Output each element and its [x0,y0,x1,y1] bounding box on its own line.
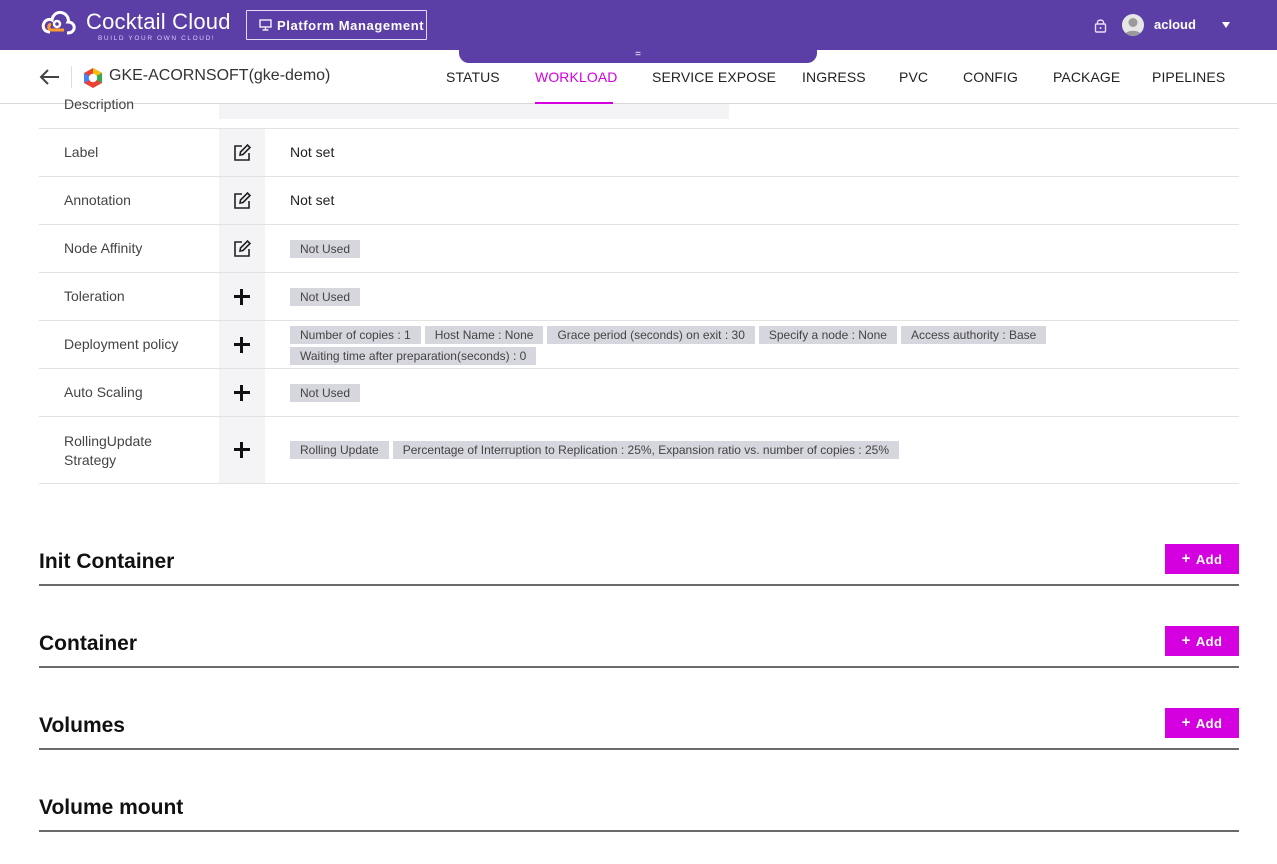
section-divider [39,748,1239,750]
row-value: Not set [290,192,335,208]
chevron-down-icon[interactable] [1222,22,1230,28]
policy-chip: Number of copies : 1 [290,326,421,344]
drawer-handle[interactable]: = [459,50,817,63]
table-row-deployment-policy: Deployment policy Number of copies : 1 Ho… [39,321,1239,369]
brand-name: Cocktail Cloud [86,9,231,34]
section-title-volume-mount: Volume mount [39,796,184,819]
tab-workload[interactable]: WORKLOAD [535,69,617,85]
tab-service-expose[interactable]: SERVICE EXPOSE [652,69,776,85]
row-value: Number of copies : 1 Host Name : None Grac… [290,326,1190,368]
table-row-toleration: Toleration Not Used [39,273,1239,321]
tab-pvc[interactable]: PVC [899,69,928,85]
edit-icon [234,191,252,209]
edit-label-button[interactable] [219,129,265,176]
strategy-chip: Rolling Update [290,441,389,459]
avatar[interactable] [1122,14,1144,36]
gke-logo-icon [82,67,104,94]
row-value: Not set [290,144,335,160]
plus-icon: + [1181,632,1191,649]
add-button-label: Add [1195,551,1223,567]
row-value: Not Used [290,240,364,261]
row-label: Annotation [64,192,131,208]
plus-icon [234,288,250,305]
status-chip: Not Used [290,240,361,258]
policy-chip: Waiting time after preparation(seconds) … [290,347,537,365]
row-label: Node Affinity [64,240,143,256]
cluster-name: GKE-ACORNSOFT(gke-demo) [109,67,331,84]
row-label: Label [64,144,99,160]
table-row-rolling-update: RollingUpdate Strategy Rolling Update Per… [39,417,1239,484]
description-input[interactable] [219,104,729,119]
row-label-line: RollingUpdate [64,433,152,449]
plus-icon: + [1181,550,1191,567]
strategy-chip: Percentage of Interruption to Replicatio… [392,441,899,459]
row-label-line: Strategy [64,452,117,468]
add-init-container-button[interactable]: + Add [1165,544,1239,574]
plus-icon: + [1181,714,1191,731]
add-volume-button[interactable]: + Add [1165,708,1239,738]
table-row-annotation: Annotation Not set [39,177,1239,225]
add-toleration-button[interactable] [219,273,265,320]
edit-node-affinity-button[interactable] [219,225,265,272]
monitor-icon [259,19,272,31]
policy-chip: Host Name : None [424,326,544,344]
tab-status[interactable]: STATUS [446,69,500,85]
edit-icon [234,143,252,161]
plus-icon [234,442,250,458]
brand-tagline: BUILD YOUR OWN CLOUD! [98,35,216,42]
row-value: Not Used [290,288,364,309]
platform-management-button[interactable]: Platform Management [246,10,427,40]
section-title-container: Container [39,632,138,655]
plus-icon [234,336,250,353]
username[interactable]: acloud [1154,17,1196,32]
add-auto-scaling-button[interactable] [219,369,265,416]
row-label: Auto Scaling [64,384,143,400]
row-value: Not Used [290,384,364,405]
table-row-label: Label Not set [39,129,1239,177]
section-divider [39,584,1239,586]
table-row-node-affinity: Node Affinity Not Used [39,225,1239,273]
plus-icon [234,384,250,401]
row-label: RollingUpdate Strategy [64,432,152,470]
brand-logo[interactable]: Cocktail Cloud BUILD YOUR OWN CLOUD! [40,8,230,44]
row-label: Deployment policy [64,336,179,352]
table-row-auto-scaling: Auto Scaling Not Used [39,369,1239,417]
section-divider [39,830,1239,832]
section-divider [39,666,1239,668]
tab-config[interactable]: CONFIG [963,69,1018,85]
add-container-button[interactable]: + Add [1165,626,1239,656]
tab-pipelines[interactable]: PIPELINES [1152,69,1225,85]
top-bar: Cocktail Cloud BUILD YOUR OWN CLOUD! Pla… [0,0,1277,50]
row-value: Rolling Update Percentage of Interruption… [290,441,903,462]
policy-chip: Specify a node : None [758,326,897,344]
tab-package[interactable]: PACKAGE [1053,69,1120,85]
policy-chip: Grace period (seconds) on exit : 30 [547,326,755,344]
cloud-logo-icon [40,8,80,38]
section-title-init-container: Init Container [39,550,175,573]
header-divider [71,66,72,88]
add-rolling-update-button[interactable] [219,417,265,483]
add-button-label: Add [1195,715,1223,731]
lock-icon[interactable] [1094,18,1107,38]
status-chip: Not Used [290,384,361,402]
back-arrow-icon[interactable] [38,68,60,91]
edit-icon [234,239,252,257]
policy-chip: Access authority : Base [900,326,1047,344]
add-button-label: Add [1195,633,1223,649]
tab-ingress[interactable]: INGRESS [802,69,866,85]
edit-annotation-button[interactable] [219,177,265,224]
description-label: Description [64,96,135,112]
add-deployment-policy-button[interactable] [219,321,265,368]
section-title-volumes: Volumes [39,714,125,737]
status-chip: Not Used [290,288,361,306]
platform-management-label: Platform Management [277,17,425,33]
row-label: Toleration [64,288,125,304]
